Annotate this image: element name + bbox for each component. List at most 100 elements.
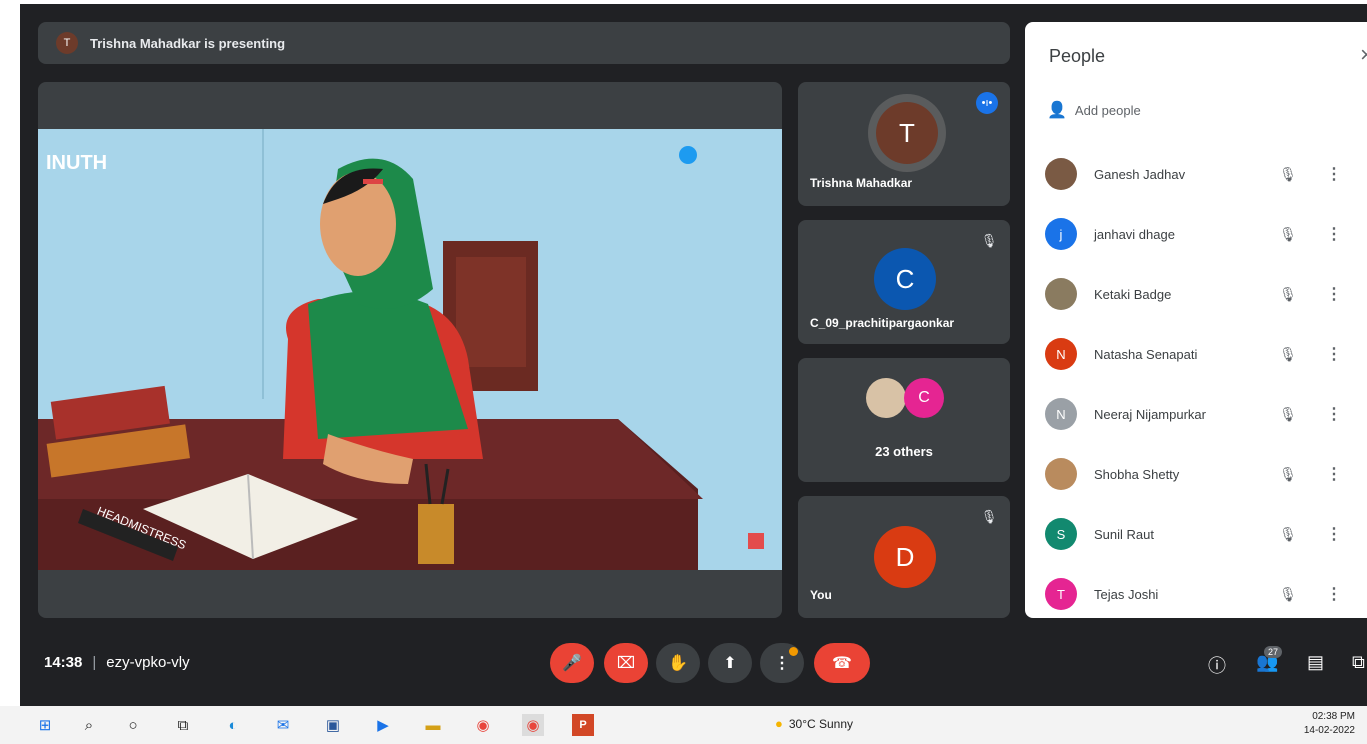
- person-avatar: S: [1045, 518, 1077, 550]
- people-button[interactable]: 👥 27: [1256, 646, 1283, 673]
- edge-icon[interactable]: ◐: [222, 714, 244, 736]
- close-icon[interactable]: ×: [1360, 42, 1367, 68]
- people-list-item[interactable]: Ganesh Jadhav 🎙 ⋮: [1045, 154, 1367, 194]
- participant-tile-prachiti[interactable]: C C_09_prachitipargaonkar 🎙: [798, 220, 1010, 344]
- camera-off-icon: ⌧: [616, 655, 636, 672]
- more-vert-icon[interactable]: ⋮: [1326, 404, 1342, 424]
- mic-off-icon: 🎙: [980, 509, 998, 524]
- hang-up-icon: ☎: [832, 655, 852, 672]
- meeting-details-button[interactable]: ⓘ: [1208, 652, 1226, 678]
- participant-tile-others[interactable]: C 23 others: [798, 358, 1010, 482]
- slide-illustration: HEADMISTRESS INUTH: [38, 129, 782, 570]
- powerpoint-icon[interactable]: P: [572, 714, 594, 736]
- more-vert-icon[interactable]: ⋮: [1326, 584, 1342, 604]
- person-avatar: N: [1045, 398, 1077, 430]
- people-list-item[interactable]: N Neeraj Nijampurkar 🎙 ⋮: [1045, 394, 1367, 434]
- people-list-item[interactable]: Shobha Shetty 🎙 ⋮: [1045, 454, 1367, 494]
- chrome-active-icon[interactable]: ◉: [522, 714, 544, 736]
- hand-icon: ✋: [668, 655, 688, 672]
- more-vert-icon: ⋮: [774, 655, 790, 672]
- participant-tile-presenter[interactable]: T Trishna Mahadkar •ı•: [798, 82, 1010, 206]
- present-icon: ⬆: [723, 655, 737, 672]
- people-list-item[interactable]: T Tejas Joshi 🎙 ⋮: [1045, 574, 1367, 614]
- search-icon[interactable]: ⌕: [78, 714, 100, 736]
- more-vert-icon[interactable]: ⋮: [1326, 344, 1342, 364]
- person-name: janhavi dhage: [1094, 226, 1175, 242]
- person-name: Neeraj Nijampurkar: [1094, 406, 1206, 422]
- participant-avatar: T: [876, 102, 938, 164]
- more-vert-icon[interactable]: ⋮: [1326, 284, 1342, 304]
- presenting-banner: T Trishna Mahadkar is presenting: [38, 22, 1010, 64]
- people-panel: People × 👤 Add people Ganesh Jadhav 🎙 ⋮ j ja…: [1025, 22, 1367, 618]
- mic-toggle-button[interactable]: 🎤: [550, 643, 594, 683]
- present-now-button[interactable]: ⬆: [708, 643, 752, 683]
- info-icon: ⓘ: [1208, 656, 1226, 676]
- meeting-controls-bar: 14:38 | ezy-vpko-vly 🎤 ⌧ ✋ ⬆ ⋮ ☎ ⓘ 👥 27 ▤ …: [20, 634, 1367, 694]
- other-participant-avatar: C: [904, 378, 944, 418]
- participant-name: You: [810, 588, 832, 602]
- person-avatar: N: [1045, 338, 1077, 370]
- screen: T Trishna Mahadkar is presenting HEADMIS…: [0, 0, 1367, 744]
- presenter-avatar: T: [56, 32, 78, 54]
- mic-off-icon[interactable]: 🎙: [1278, 346, 1298, 363]
- more-vert-icon[interactable]: ⋮: [1326, 524, 1342, 544]
- activities-icon: ⧉: [1352, 652, 1365, 672]
- person-name: Ketaki Badge: [1094, 286, 1172, 302]
- add-person-icon: 👤: [1047, 102, 1067, 119]
- windows-start-icon[interactable]: ⊞: [34, 714, 56, 736]
- slide-logo-text: INUTH: [46, 152, 107, 174]
- mic-off-icon[interactable]: 🎙: [1278, 466, 1298, 483]
- mic-off-icon[interactable]: 🎙: [1278, 406, 1298, 423]
- mic-off-icon[interactable]: 🎙: [1278, 286, 1298, 303]
- slide-watermark-icon: [748, 533, 764, 549]
- people-list-item[interactable]: S Sunil Raut 🎙 ⋮: [1045, 514, 1367, 554]
- file-explorer-icon[interactable]: ▬: [422, 714, 444, 736]
- chat-button[interactable]: ▤: [1307, 652, 1324, 673]
- more-vert-icon[interactable]: ⋮: [1326, 224, 1342, 244]
- participant-avatar: D: [874, 526, 936, 588]
- more-vert-icon[interactable]: ⋮: [1326, 464, 1342, 484]
- cortana-icon[interactable]: ○: [122, 714, 144, 736]
- activities-button[interactable]: ⧉: [1352, 652, 1365, 673]
- people-list-item[interactable]: N Natasha Senapati 🎙 ⋮: [1045, 334, 1367, 374]
- person-name: Natasha Senapati: [1094, 346, 1198, 362]
- system-tray: ● 30°C Sunny: [775, 716, 853, 731]
- mic-off-icon[interactable]: 🎙: [1278, 586, 1298, 603]
- person-name: Tejas Joshi: [1094, 586, 1159, 602]
- people-list-item[interactable]: j janhavi dhage 🎙 ⋮: [1045, 214, 1367, 254]
- mic-off-icon[interactable]: 🎙: [1278, 166, 1298, 183]
- weather-text[interactable]: 30°C Sunny: [789, 717, 853, 731]
- other-participant-photo: [866, 378, 906, 418]
- people-list-item[interactable]: Ketaki Badge 🎙 ⋮: [1045, 274, 1367, 314]
- chat-icon: ▤: [1307, 652, 1325, 672]
- presentation-stage: HEADMISTRESS INUTH: [38, 82, 782, 618]
- speaking-indicator-icon: •ı•: [976, 92, 998, 114]
- participant-name: C_09_prachitipargaonkar: [810, 316, 955, 330]
- person-avatar: [1045, 158, 1077, 190]
- google-meet-window: T Trishna Mahadkar is presenting HEADMIS…: [20, 4, 1367, 706]
- add-people-button[interactable]: 👤 Add people: [1047, 100, 1141, 120]
- meeting-info: 14:38 | ezy-vpko-vly: [44, 654, 190, 671]
- taskbar-clock[interactable]: 02:38 PM 14-02-2022: [1304, 710, 1355, 738]
- divider: |: [92, 654, 97, 671]
- raise-hand-button[interactable]: ✋: [656, 643, 700, 683]
- participant-name: Trishna Mahadkar: [810, 176, 913, 190]
- more-vert-icon[interactable]: ⋮: [1326, 164, 1342, 184]
- mic-off-icon[interactable]: 🎙: [1278, 226, 1298, 243]
- leave-call-button[interactable]: ☎: [814, 643, 870, 683]
- add-people-label: Add people: [1074, 102, 1141, 118]
- mic-off-icon[interactable]: 🎙: [1278, 526, 1298, 543]
- twitter-icon: [679, 146, 697, 164]
- person-avatar: [1045, 278, 1077, 310]
- chrome-icon[interactable]: ◉: [472, 714, 494, 736]
- camera-toggle-button[interactable]: ⌧: [604, 643, 648, 683]
- task-view-icon[interactable]: ⧉: [172, 714, 194, 736]
- person-name: Sunil Raut: [1094, 526, 1154, 542]
- taskbar-date: 14-02-2022: [1303, 725, 1355, 736]
- app-icon[interactable]: ▣: [322, 714, 344, 736]
- media-icon[interactable]: ▶: [372, 714, 394, 736]
- participant-tile-you[interactable]: D You 🎙: [798, 496, 1010, 618]
- taskbar-time: 02:38 PM: [1312, 711, 1355, 722]
- mail-icon[interactable]: ✉: [272, 714, 294, 736]
- more-options-button[interactable]: ⋮: [760, 643, 804, 683]
